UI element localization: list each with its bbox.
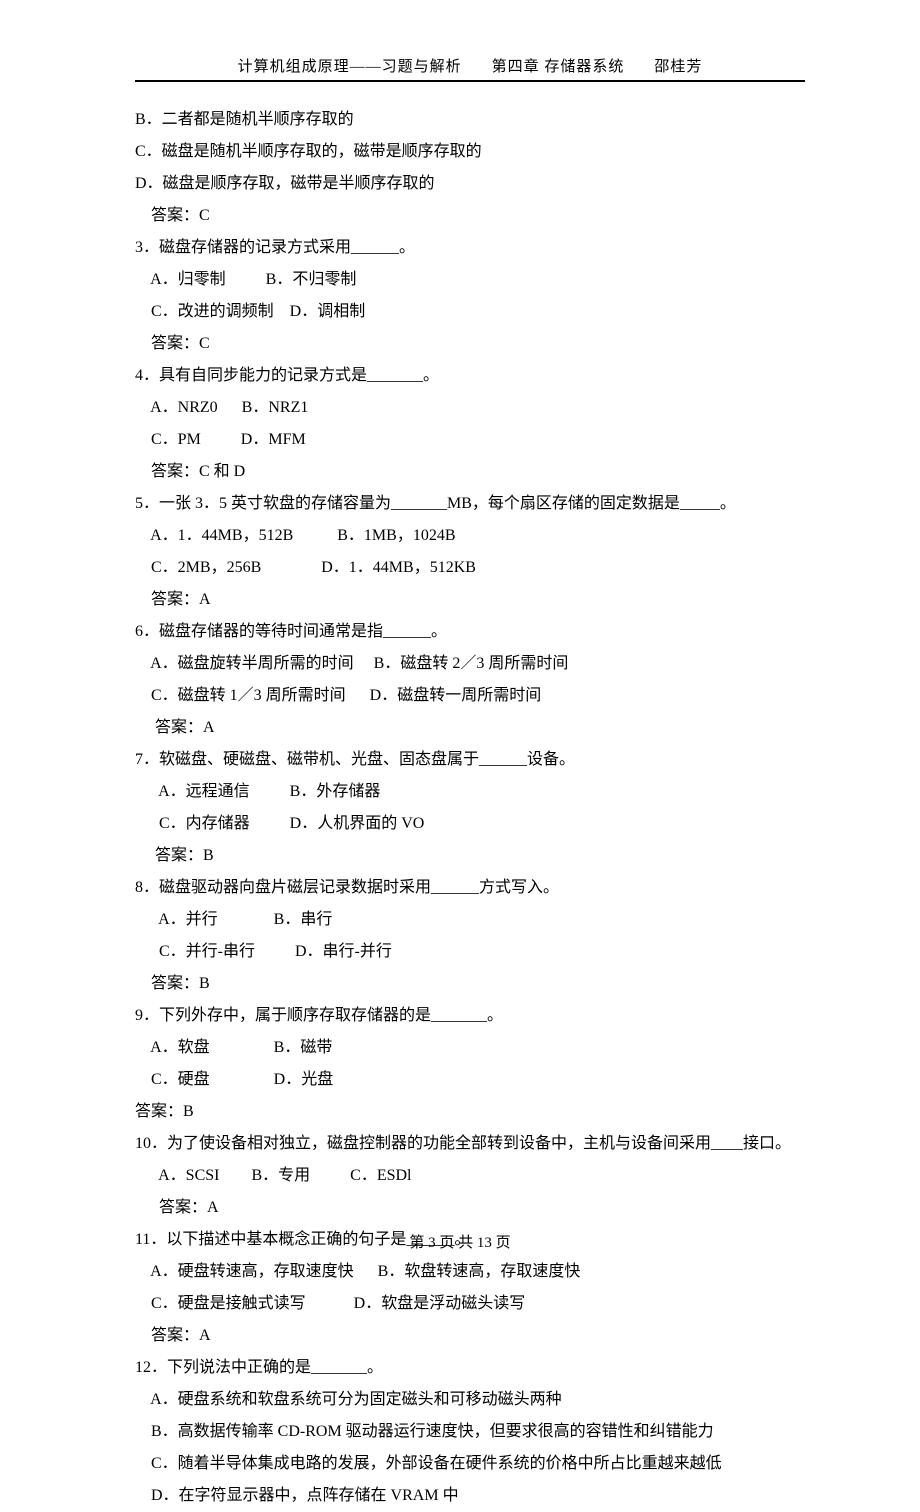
text-line: 答案：C 和 D (135, 456, 805, 488)
text-line: A．1．44MB，512B B．1MB，1024B (135, 520, 805, 552)
text-line: 答案：B (135, 840, 805, 872)
text-line: A．硬盘系统和软盘系统可分为固定磁头和可移动磁头两种 (135, 1384, 805, 1416)
text-line: 6．磁盘存储器的等待时间通常是指______。 (135, 616, 805, 648)
text-line: 8．磁盘驱动器向盘片磁层记录数据时采用______方式写入。 (135, 872, 805, 904)
text-line: C．改进的调频制 D．调相制 (135, 296, 805, 328)
text-line: B．二者都是随机半顺序存取的 (135, 104, 805, 136)
text-line: 3．磁盘存储器的记录方式采用______。 (135, 232, 805, 264)
text-line: 答案：A (135, 1192, 805, 1224)
page-header: 计算机组成原理——习题与解析 第四章 存储器系统 邵桂芳 (135, 55, 805, 80)
text-line: 答案：A (135, 584, 805, 616)
text-line: C．PM D．MFM (135, 424, 805, 456)
document-body: B．二者都是随机半顺序存取的 C．磁盘是随机半顺序存取的，磁带是顺序存取的 D．… (135, 104, 805, 1512)
text-line: C．内存储器 D．人机界面的 VO (135, 808, 805, 840)
text-line: D．磁盘是顺序存取，磁带是半顺序存取的 (135, 168, 805, 200)
text-line: C．随着半导体集成电路的发展，外部设备在硬件系统的价格中所占比重越来越低 (135, 1448, 805, 1480)
text-line: A．归零制 B．不归零制 (135, 264, 805, 296)
text-line: B．高数据传输率 CD-ROM 驱动器运行速度快，但要求很高的容错性和纠错能力 (135, 1416, 805, 1448)
text-line: A．SCSI B．专用 C．ESDl (135, 1160, 805, 1192)
header-author: 邵桂芳 (654, 59, 702, 75)
text-line: 7．软磁盘、硬磁盘、磁带机、光盘、固态盘属于______设备。 (135, 744, 805, 776)
text-line: 答案：C (135, 200, 805, 232)
header-chapter: 第四章 存储器系统 (492, 59, 625, 75)
header-title: 计算机组成原理——习题与解析 (238, 59, 462, 75)
header-underline (135, 80, 805, 82)
text-line: C．并行-串行 D．串行-并行 (135, 936, 805, 968)
text-line: C．硬盘是接触式读写 D．软盘是浮动磁头读写 (135, 1288, 805, 1320)
text-line: 答案：B (135, 1096, 805, 1128)
text-line: A．硬盘转速高，存取速度快 B．软盘转速高，存取速度快 (135, 1256, 805, 1288)
text-line: C．2MB，256B D．1．44MB，512KB (135, 552, 805, 584)
text-line: 10．为了使设备相对独立，磁盘控制器的功能全部转到设备中，主机与设备间采用___… (135, 1128, 805, 1160)
text-line: C．硬盘 D．光盘 (135, 1064, 805, 1096)
text-line: C．磁盘转 1／3 周所需时间 D．磁盘转一周所需时间 (135, 680, 805, 712)
text-line: A．磁盘旋转半周所需的时间 B．磁盘转 2／3 周所需时间 (135, 648, 805, 680)
text-line: 答案：C (135, 328, 805, 360)
text-line: 答案：B (135, 968, 805, 1000)
text-line: 答案：A (135, 1320, 805, 1352)
text-line: A．NRZ0 B．NRZ1 (135, 392, 805, 424)
text-line: C．磁盘是随机半顺序存取的，磁带是顺序存取的 (135, 136, 805, 168)
text-line: A．并行 B．串行 (135, 904, 805, 936)
text-line: 4．具有自同步能力的记录方式是_______。 (135, 360, 805, 392)
text-line: 9．下列外存中，属于顺序存取存储器的是_______。 (135, 1000, 805, 1032)
text-line: A．远程通信 B．外存储器 (135, 776, 805, 808)
text-line: D．在字符显示器中，点阵存储在 VRAM 中 (135, 1480, 805, 1512)
text-line: 答案：A (135, 712, 805, 744)
text-line: 5．一张 3．5 英寸软盘的存储容量为_______MB，每个扇区存储的固定数据… (135, 488, 805, 520)
text-line: A．软盘 B．磁带 (135, 1032, 805, 1064)
page-footer: 第 3 页 共 13 页 (0, 1231, 920, 1252)
text-line: 12．下列说法中正确的是_______。 (135, 1352, 805, 1384)
